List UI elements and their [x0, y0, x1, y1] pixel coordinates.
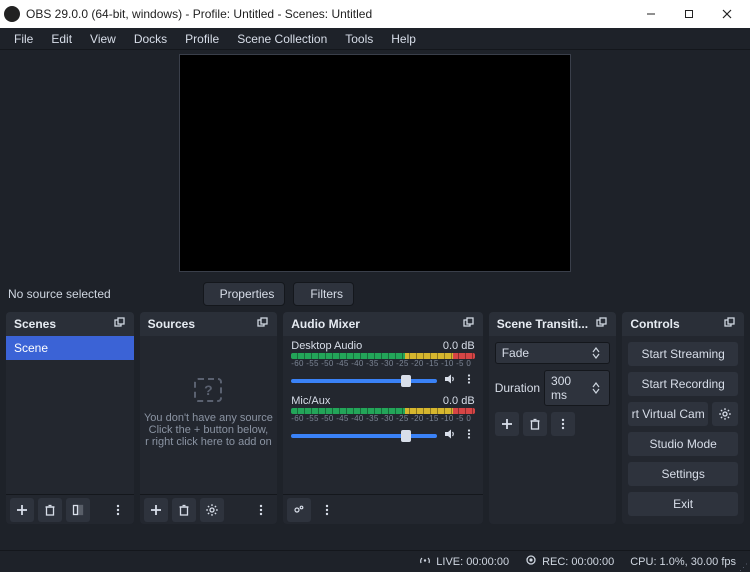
- source-properties-button[interactable]: [200, 498, 224, 522]
- controls-panel: Controls Start Streaming Start Recording…: [622, 312, 744, 524]
- sources-empty: ? You don't have any source Click the + …: [140, 348, 278, 458]
- live-text: LIVE: 00:00:00: [436, 556, 509, 568]
- speaker-icon[interactable]: [443, 427, 457, 444]
- transition-value: Fade: [502, 346, 587, 360]
- properties-label: Properties: [220, 287, 275, 301]
- titlebar: OBS 29.0.0 (64-bit, windows) - Profile: …: [0, 0, 750, 28]
- track-name: Desktop Audio: [291, 340, 443, 352]
- duration-label: Duration: [495, 381, 540, 395]
- speaker-icon[interactable]: [443, 372, 457, 389]
- properties-button[interactable]: Properties: [203, 282, 286, 306]
- sources-panel: Sources ? You don't have any source Clic…: [140, 312, 278, 524]
- popout-icon[interactable]: [724, 317, 736, 332]
- menu-scene-collection[interactable]: Scene Collection: [229, 30, 335, 48]
- status-cpu: CPU: 1.0%, 30.00 fps: [630, 556, 736, 568]
- status-rec: REC: 00:00:00: [525, 554, 614, 569]
- mixer-menu-button[interactable]: [315, 498, 339, 522]
- menu-docks[interactable]: Docks: [126, 30, 175, 48]
- filters-label: Filters: [310, 287, 343, 301]
- minimize-button[interactable]: [632, 0, 670, 28]
- controls-title: Controls: [630, 317, 679, 331]
- rec-text: REC: 00:00:00: [542, 556, 614, 568]
- settings-button[interactable]: Settings: [628, 462, 738, 486]
- mixer-title: Audio Mixer: [291, 317, 360, 331]
- transition-menu-button[interactable]: [551, 412, 575, 436]
- updown-icon: [589, 382, 603, 394]
- track-db: 0.0 dB: [443, 395, 475, 407]
- preview-area: [0, 50, 750, 276]
- duration-value: 300 ms: [551, 374, 586, 402]
- source-menu-button[interactable]: [249, 498, 273, 522]
- status-live: LIVE: 00:00:00: [419, 554, 509, 569]
- virtual-cam-settings-button[interactable]: [712, 402, 738, 426]
- exit-button[interactable]: Exit: [628, 492, 738, 516]
- popout-icon[interactable]: [596, 317, 608, 332]
- volume-slider[interactable]: [291, 434, 436, 438]
- track-menu-button[interactable]: [463, 428, 475, 443]
- maximize-button[interactable]: [670, 0, 708, 28]
- sources-empty-line3: r right click here to add on: [144, 436, 274, 448]
- start-recording-button[interactable]: Start Recording: [628, 372, 738, 396]
- transitions-panel: Scene Transiti... Fade Duration 300 ms: [489, 312, 617, 524]
- remove-scene-button[interactable]: [38, 498, 62, 522]
- menu-profile[interactable]: Profile: [177, 30, 227, 48]
- volume-meter: [291, 353, 474, 359]
- resize-grip[interactable]: ⋰: [739, 564, 748, 570]
- app-logo-icon: [4, 6, 20, 22]
- menu-help[interactable]: Help: [383, 30, 424, 48]
- audio-mixer-panel: Audio Mixer Desktop Audio 0.0 dB -60 -55…: [283, 312, 482, 524]
- preview-canvas[interactable]: [179, 54, 571, 272]
- duration-input[interactable]: 300 ms: [544, 370, 610, 406]
- menu-edit[interactable]: Edit: [43, 30, 80, 48]
- studio-mode-button[interactable]: Studio Mode: [628, 432, 738, 456]
- menu-tools[interactable]: Tools: [337, 30, 381, 48]
- track-name: Mic/Aux: [291, 395, 443, 407]
- volume-meter: [291, 408, 474, 414]
- mixer-track-mic: Mic/Aux 0.0 dB -60 -55 -50 -45 -40 -35 -…: [283, 391, 482, 446]
- window-title: OBS 29.0.0 (64-bit, windows) - Profile: …: [26, 7, 372, 21]
- volume-slider[interactable]: [291, 379, 436, 383]
- docks: Scenes Scene Sources ? You don't have an…: [0, 312, 750, 524]
- close-button[interactable]: [708, 0, 746, 28]
- scene-item[interactable]: Scene: [6, 336, 134, 360]
- popout-icon[interactable]: [114, 317, 126, 332]
- sources-empty-line2: Click the + button below,: [144, 424, 274, 436]
- broadcast-icon: [419, 554, 431, 569]
- scenes-title: Scenes: [14, 317, 56, 331]
- scene-filters-button[interactable]: [66, 498, 90, 522]
- no-source-label: No source selected: [8, 287, 180, 301]
- virtual-cam-button[interactable]: rt Virtual Cam: [628, 402, 708, 426]
- track-db: 0.0 dB: [443, 340, 475, 352]
- statusbar: LIVE: 00:00:00 REC: 00:00:00 CPU: 1.0%, …: [0, 550, 750, 572]
- remove-source-button[interactable]: [172, 498, 196, 522]
- start-streaming-button[interactable]: Start Streaming: [628, 342, 738, 366]
- transition-select[interactable]: Fade: [495, 342, 611, 364]
- source-toolbar: No source selected Properties Filters: [0, 276, 750, 312]
- transitions-title: Scene Transiti...: [497, 317, 588, 331]
- scenes-panel: Scenes Scene: [6, 312, 134, 524]
- track-menu-button[interactable]: [463, 373, 475, 388]
- menu-file[interactable]: File: [6, 30, 41, 48]
- remove-transition-button[interactable]: [523, 412, 547, 436]
- add-source-button[interactable]: [144, 498, 168, 522]
- sources-empty-line1: You don't have any source: [144, 412, 274, 424]
- menu-view[interactable]: View: [82, 30, 124, 48]
- add-scene-button[interactable]: [10, 498, 34, 522]
- popout-icon[interactable]: [463, 317, 475, 332]
- mixer-track-desktop: Desktop Audio 0.0 dB -60 -55 -50 -45 -40…: [283, 336, 482, 391]
- cpu-text: CPU: 1.0%, 30.00 fps: [630, 556, 736, 568]
- mixer-advanced-button[interactable]: [287, 498, 311, 522]
- db-scale: -60 -55 -50 -45 -40 -35 -30 -25 -20 -15 …: [291, 414, 474, 423]
- add-transition-button[interactable]: [495, 412, 519, 436]
- popout-icon[interactable]: [257, 317, 269, 332]
- menubar: File Edit View Docks Profile Scene Colle…: [0, 28, 750, 50]
- question-icon: ?: [194, 378, 222, 402]
- record-icon: [525, 554, 537, 569]
- updown-icon: [589, 347, 603, 359]
- db-scale: -60 -55 -50 -45 -40 -35 -30 -25 -20 -15 …: [291, 359, 474, 368]
- sources-title: Sources: [148, 317, 195, 331]
- filters-button[interactable]: Filters: [293, 282, 354, 306]
- scene-menu-button[interactable]: [106, 498, 130, 522]
